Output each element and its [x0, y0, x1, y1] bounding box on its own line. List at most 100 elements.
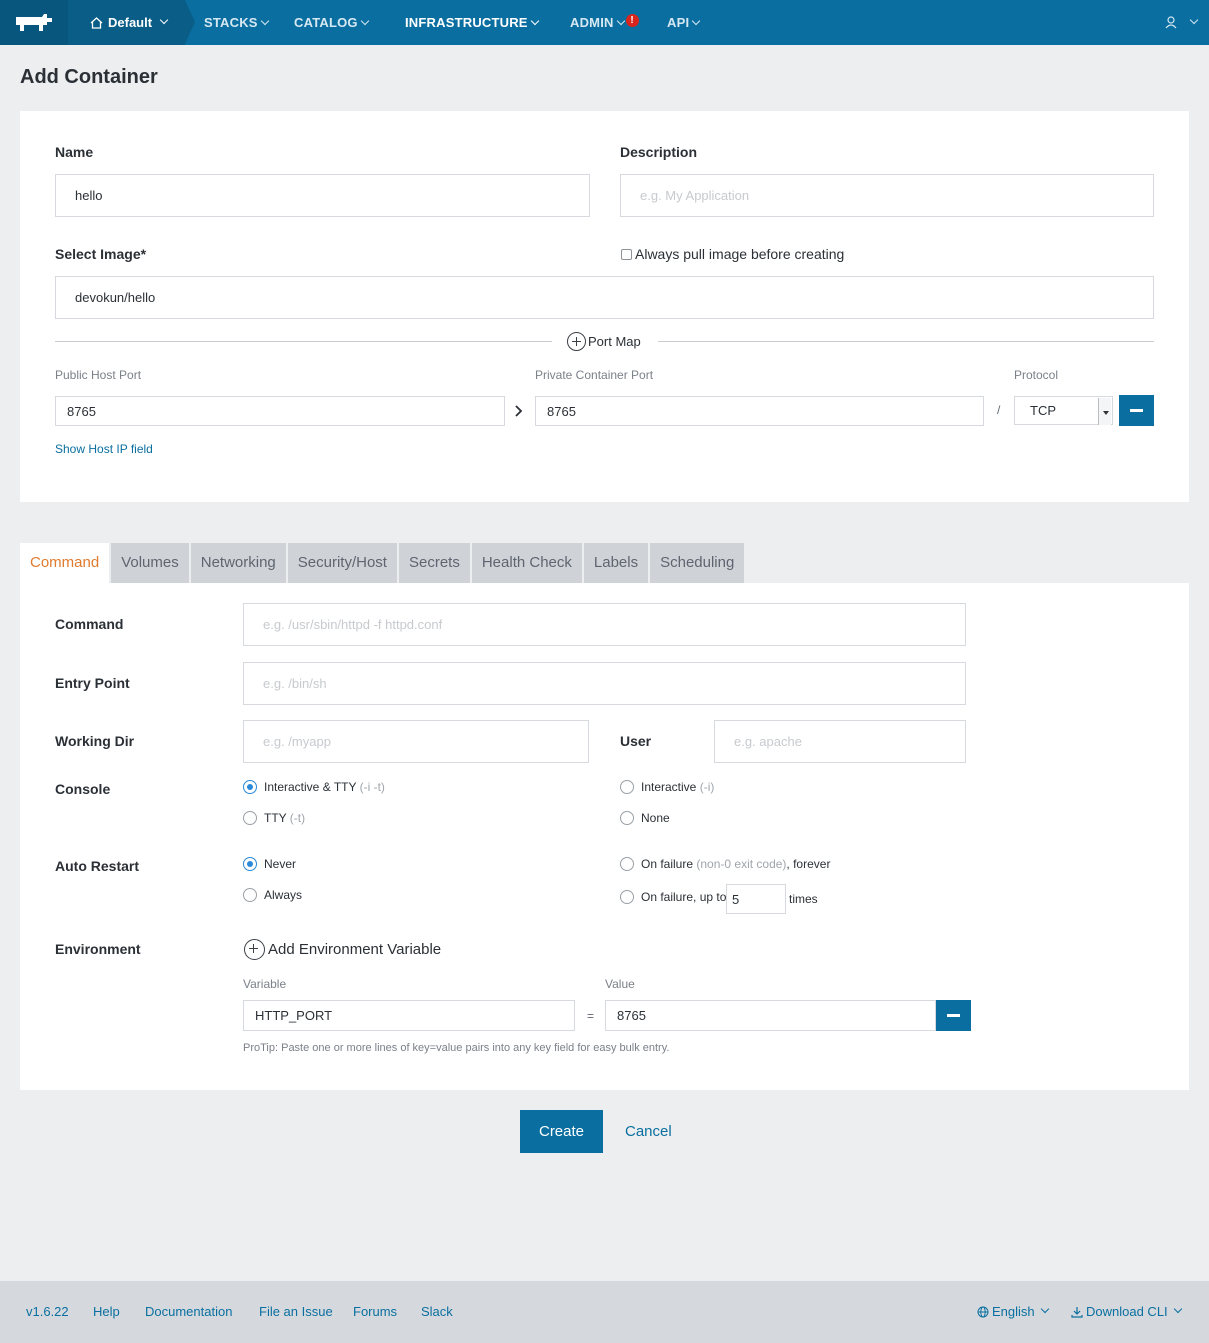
console-interactive-radio[interactable]: Interactive (-i)	[620, 780, 714, 794]
entry-point-label: Entry Point	[55, 675, 130, 691]
remove-port-button[interactable]	[1119, 395, 1154, 426]
nav-api-label: API	[667, 15, 690, 30]
top-nav: Default STACKS CATALOG INFRASTRUCTURE AD…	[0, 0, 1209, 45]
show-host-ip-link[interactable]: Show Host IP field	[55, 442, 153, 456]
restart-count-input[interactable]: 5	[726, 884, 786, 914]
value-label: Value	[605, 977, 635, 991]
auto-restart-label: Auto Restart	[55, 858, 140, 874]
public-port-input[interactable]: 8765	[55, 396, 505, 426]
tab-secrets[interactable]: Secrets	[398, 543, 470, 583]
tab-security-host[interactable]: Security/Host	[287, 543, 397, 583]
select-image-label: Select Image*	[55, 246, 147, 262]
help-link[interactable]: Help	[93, 1281, 120, 1343]
nav-stacks-label: STACKS	[204, 15, 258, 30]
env-value-input[interactable]: 8765	[605, 1000, 936, 1031]
radio-dot[interactable]	[620, 890, 634, 904]
remove-env-button[interactable]	[936, 1000, 971, 1031]
radio-label: Always	[264, 888, 303, 902]
restart-on-failure-upto-radio[interactable]: On failure, up to	[620, 890, 726, 904]
restart-always-radio[interactable]: Always	[243, 888, 302, 902]
environment-switcher[interactable]: Default	[68, 0, 195, 45]
nav-stacks[interactable]: STACKS	[204, 0, 269, 45]
always-pull-label: Always pull image before creating	[635, 246, 845, 262]
entry-point-input[interactable]: e.g. /bin/sh	[243, 662, 966, 705]
working-dir-input[interactable]: e.g. /myapp	[243, 720, 589, 763]
port-map-label: Port Map	[588, 334, 641, 349]
download-cli-link[interactable]: Download CLI	[1071, 1281, 1182, 1343]
radio-dot[interactable]	[243, 857, 257, 871]
globe-icon	[977, 1306, 989, 1318]
tab-command[interactable]: Command	[20, 543, 110, 583]
radio-label: None	[641, 811, 670, 825]
cancel-button[interactable]: Cancel	[625, 1110, 672, 1153]
select-arrow-icon	[1098, 398, 1111, 425]
version-link[interactable]: v1.6.22	[26, 1281, 69, 1343]
download-icon	[1071, 1307, 1083, 1318]
create-button[interactable]: Create	[520, 1110, 603, 1153]
radio-dot[interactable]	[243, 780, 257, 794]
console-tty-radio[interactable]: TTY (-t)	[243, 811, 305, 825]
slack-link[interactable]: Slack	[421, 1281, 453, 1343]
environment-label: Environment	[55, 941, 141, 957]
radio-dot[interactable]	[243, 811, 257, 825]
working-dir-label: Working Dir	[55, 733, 135, 749]
console-none-radio[interactable]: None	[620, 811, 670, 825]
name-input[interactable]: hello	[55, 174, 590, 217]
always-pull-checkbox[interactable]: Always pull image before creating	[621, 246, 844, 262]
nav-api[interactable]: API	[667, 0, 701, 45]
description-label: Description	[620, 144, 698, 160]
nav-catalog-label: CATALOG	[294, 15, 358, 30]
protocol-select[interactable]: TCP	[1014, 396, 1113, 425]
tab-labels[interactable]: Labels	[583, 543, 649, 583]
chevron-down-icon	[1173, 1304, 1182, 1314]
env-variable-input[interactable]: HTTP_PORT	[243, 1000, 575, 1031]
private-port-input[interactable]: 8765	[535, 396, 984, 426]
plus-circle-icon	[567, 332, 586, 351]
protocol-label: Protocol	[1014, 368, 1059, 382]
chevron-right-icon	[515, 405, 523, 417]
nav-admin[interactable]: ADMIN!	[570, 0, 639, 45]
restart-times-label: times	[789, 892, 818, 906]
chevron-down-icon	[159, 15, 169, 24]
forums-link[interactable]: Forums	[353, 1281, 397, 1343]
nav-infrastructure[interactable]: INFRASTRUCTURE	[405, 0, 539, 45]
radio-dot[interactable]	[620, 811, 634, 825]
alert-icon: !	[625, 14, 639, 27]
tab-networking[interactable]: Networking	[190, 543, 286, 583]
tab-health-check[interactable]: Health Check	[471, 543, 582, 583]
user-icon	[1165, 16, 1177, 29]
radio-label: Interactive & TTY (-i -t)	[264, 780, 385, 794]
documentation-link[interactable]: Documentation	[145, 1281, 232, 1343]
footer: v1.6.22 Help Documentation File an Issue…	[0, 1281, 1209, 1343]
console-interactive-tty-radio[interactable]: Interactive & TTY (-i -t)	[243, 780, 385, 794]
restart-never-radio[interactable]: Never	[243, 857, 296, 871]
radio-dot[interactable]	[243, 888, 257, 902]
chevron-down-icon	[260, 16, 269, 26]
radio-label: On failure (non-0 exit code), forever	[641, 857, 831, 871]
nav-catalog[interactable]: CATALOG	[294, 0, 369, 45]
tab-volumes[interactable]: Volumes	[111, 543, 189, 583]
user-menu[interactable]	[1165, 0, 1199, 45]
command-input[interactable]: e.g. /usr/sbin/httpd -f httpd.conf	[243, 603, 966, 646]
chevron-down-icon	[616, 16, 625, 26]
restart-on-failure-forever-radio[interactable]: On failure (non-0 exit code), forever	[620, 857, 830, 871]
rancher-logo[interactable]	[0, 0, 68, 45]
chevron-down-icon	[1189, 15, 1199, 24]
tab-scheduling[interactable]: Scheduling	[650, 543, 745, 583]
radio-dot[interactable]	[620, 857, 634, 871]
user-input[interactable]: e.g. apache	[714, 720, 966, 763]
chevron-down-icon	[530, 16, 539, 26]
plus-circle-icon	[244, 939, 265, 960]
add-environment-variable-button[interactable]: Add Environment Variable	[244, 939, 441, 960]
console-label: Console	[55, 781, 111, 797]
file-issue-link[interactable]: File an Issue	[259, 1281, 333, 1343]
env-equals-sign: =	[587, 1009, 595, 1023]
add-port-map-button[interactable]: Port Map	[567, 332, 641, 351]
language-selector[interactable]: English	[977, 1281, 1049, 1343]
image-input[interactable]: devokun/hello	[55, 276, 1154, 319]
environment-name: Default	[108, 15, 153, 30]
radio-dot[interactable]	[620, 780, 634, 794]
divider	[55, 341, 552, 342]
description-input[interactable]: e.g. My Application	[620, 174, 1154, 217]
checkbox-box[interactable]	[621, 248, 632, 260]
